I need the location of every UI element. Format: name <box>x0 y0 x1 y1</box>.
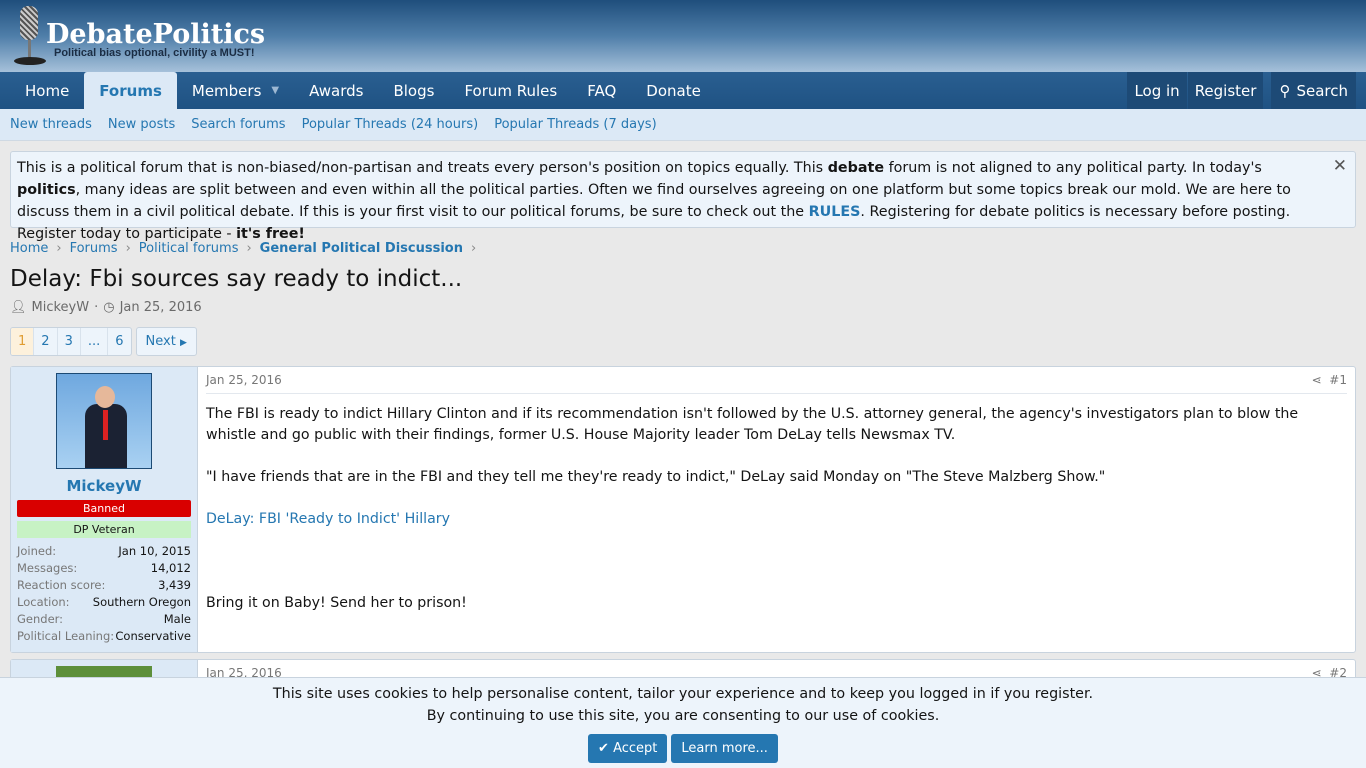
learn-more-button[interactable]: Learn more... <box>671 734 778 763</box>
close-icon[interactable]: ✕ <box>1333 155 1347 177</box>
cookie-text: By continuing to use this site, you are … <box>426 708 940 724</box>
stat-label: Political Leaning: <box>17 629 115 643</box>
stat-label: Joined: <box>17 544 57 558</box>
nav-forum-rules[interactable]: Forum Rules <box>449 72 572 109</box>
post-paragraph: "I have friends that are in the FBI and … <box>206 469 1106 485</box>
pagination: 1 2 3 ... 6 Next ▶ <box>10 327 1356 356</box>
username[interactable]: MickeyW <box>17 477 191 495</box>
search-button[interactable]: ⚲ Search <box>1271 72 1356 109</box>
stat-value: Conservative <box>115 629 191 643</box>
main-nav: Home Forums Members ▼ Awards Blogs Forum … <box>0 72 1366 109</box>
page-3[interactable]: 3 <box>58 328 81 355</box>
search-label: Search <box>1296 81 1348 100</box>
nav-blogs[interactable]: Blogs <box>378 72 449 109</box>
thread-author[interactable]: MickeyW <box>32 300 90 315</box>
cookie-banner: This site uses cookies to help personali… <box>0 677 1366 768</box>
user-title: DP Veteran <box>17 521 191 538</box>
nav-members[interactable]: Members ▼ <box>177 72 294 109</box>
post-message: Jan 25, 2016 ⋖ #1 The FBI is ready to ind… <box>198 367 1355 652</box>
stat-label: Gender: <box>17 612 64 626</box>
nav-donate[interactable]: Donate <box>631 72 716 109</box>
page-2[interactable]: 2 <box>34 328 58 355</box>
page-title: Delay: Fbi sources say ready to indict..… <box>10 266 463 292</box>
page-ellipsis[interactable]: ... <box>81 328 109 355</box>
caret-right-icon: ▶ <box>179 338 187 348</box>
thread-meta: 👤︎ MickeyW · ◷ Jan 25, 2016 <box>10 300 1356 315</box>
notice-bold: it's free! <box>236 226 305 242</box>
subnav-popular-7d[interactable]: Popular Threads (7 days) <box>494 117 656 132</box>
rules-link[interactable]: RULES <box>809 204 861 220</box>
stat-label: Location: <box>17 595 70 609</box>
notice-text: This is a political forum that is non-bi… <box>17 160 828 176</box>
sub-nav: New threads New posts Search forums Popu… <box>0 109 1366 141</box>
site-header: DebatePolitics Political bias optional, … <box>0 0 1366 72</box>
post-paragraph: The FBI is ready to indict Hillary Clint… <box>206 406 1299 443</box>
stat-value: Male <box>163 612 191 626</box>
next-page-button[interactable]: Next ▶ <box>135 327 197 356</box>
post-number[interactable]: #1 <box>1329 373 1347 387</box>
share-icon[interactable]: ⋖ <box>1312 373 1322 387</box>
nav-home[interactable]: Home <box>10 72 84 109</box>
chevron-down-icon[interactable]: ▼ <box>271 85 279 96</box>
post-user-panel: MickeyW Banned DP Veteran Joined: Jan 10,… <box>11 367 198 652</box>
post-link[interactable]: DeLay: FBI 'Ready to Indict' Hillary <box>206 511 450 527</box>
user-icon: 👤︎ <box>10 300 27 315</box>
subnav-popular-24h[interactable]: Popular Threads (24 hours) <box>302 117 479 132</box>
separator: · <box>94 300 99 315</box>
accept-cookies-button[interactable]: ✔ Accept <box>588 734 668 763</box>
avatar[interactable] <box>56 373 152 469</box>
microphone-icon <box>8 6 48 66</box>
subnav-search-forums[interactable]: Search forums <box>191 117 285 132</box>
site-logo[interactable]: DebatePolitics Political bias optional, … <box>8 6 265 66</box>
stat-label: Messages: <box>17 561 78 575</box>
post-date[interactable]: Jan 25, 2016 <box>206 373 282 387</box>
nav-awards[interactable]: Awards <box>294 72 378 109</box>
nav-forums[interactable]: Forums <box>84 72 177 109</box>
nav-faq[interactable]: FAQ <box>572 72 631 109</box>
page-6[interactable]: 6 <box>108 328 130 355</box>
thread-date[interactable]: Jan 25, 2016 <box>120 300 202 315</box>
subnav-new-threads[interactable]: New threads <box>10 117 92 132</box>
site-tagline: Political bias optional, civility a MUST… <box>54 47 255 59</box>
stat-value: 3,439 <box>158 578 191 592</box>
cookie-text: This site uses cookies to help personali… <box>272 686 1094 702</box>
chevron-right-icon: › <box>470 241 477 256</box>
nav-members-label: Members <box>191 81 262 100</box>
check-icon: ✔ <box>598 741 609 756</box>
notice-bold: debate <box>827 160 885 176</box>
notice-bold: politics <box>17 182 76 198</box>
site-notice: This is a political forum that is non-bi… <box>10 151 1356 242</box>
post-paragraph: Bring it on Baby! Send her to prison! <box>206 595 467 611</box>
stat-value: Southern Oregon <box>92 595 191 609</box>
stat-value: 14,012 <box>150 561 191 575</box>
subnav-new-posts[interactable]: New posts <box>108 117 175 132</box>
user-stats: Joined: Jan 10, 2015 Messages: 14,012 Reac… <box>17 543 191 645</box>
clock-icon: ◷ <box>103 300 115 315</box>
register-button[interactable]: Register <box>1187 72 1264 109</box>
banned-banner: Banned <box>17 500 191 517</box>
notice-text: forum is not aligned to any political pa… <box>884 160 1262 176</box>
stat-value: Jan 10, 2015 <box>118 544 191 558</box>
accept-label: Accept <box>613 741 658 756</box>
post: MickeyW Banned DP Veteran Joined: Jan 10,… <box>10 366 1356 653</box>
stat-label: Reaction score: <box>17 578 106 592</box>
search-icon: ⚲ <box>1279 81 1291 100</box>
login-button[interactable]: Log in <box>1127 72 1187 109</box>
next-label: Next <box>145 334 176 349</box>
page-1[interactable]: 1 <box>11 328 35 355</box>
site-name: DebatePolitics <box>46 19 266 50</box>
